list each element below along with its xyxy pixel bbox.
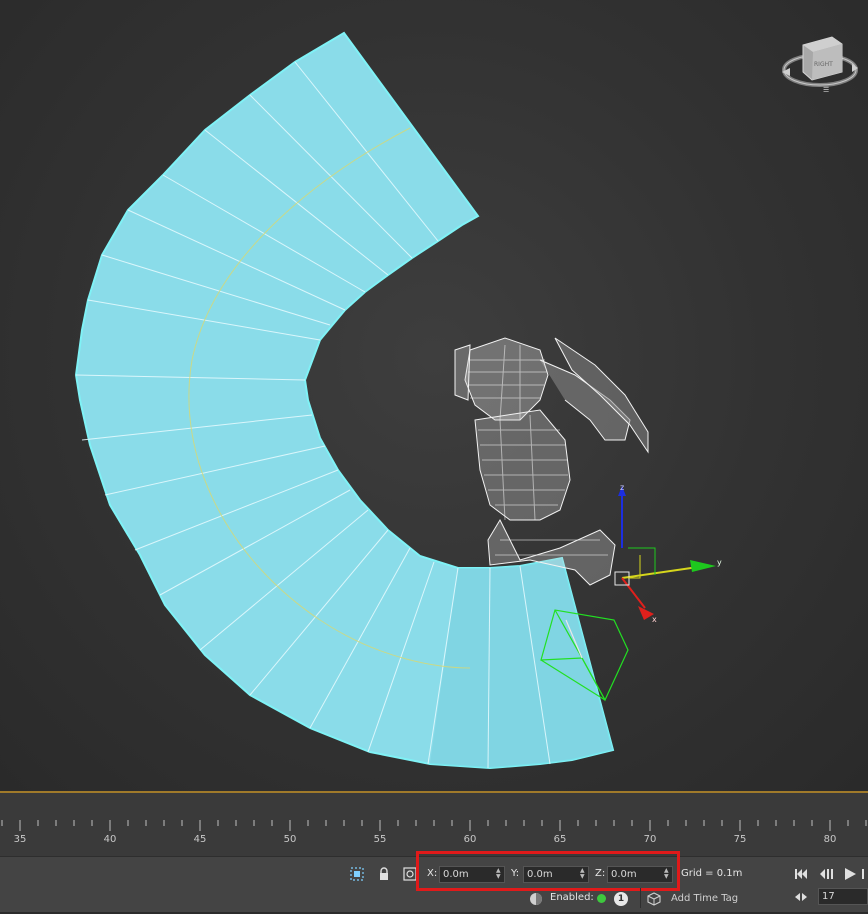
coord-x-field[interactable]: 0.0m ▲ ▼ xyxy=(439,866,505,883)
coord-x-label: X: xyxy=(427,868,438,879)
coord-z-spinner-icon[interactable]: ▲ ▼ xyxy=(664,868,670,881)
transform-gizmo[interactable]: z y x xyxy=(614,483,722,624)
ruler-tick-label: 60 xyxy=(464,834,477,845)
coord-y-spinner-icon[interactable]: ▲ ▼ xyxy=(580,868,586,881)
ruler-tick-label: 70 xyxy=(644,834,657,845)
viewport-right[interactable]: z y x RIGHT ☰ xyxy=(0,0,868,792)
play-icon[interactable] xyxy=(841,865,859,883)
adaptive-degradation-icon[interactable] xyxy=(527,890,545,908)
gizmo-x-label: x xyxy=(652,615,657,624)
trackbar[interactable]: 35 40 45 50 55 60 65 70 75 80 xyxy=(0,793,868,856)
enabled-status-dot[interactable] xyxy=(597,894,606,903)
coord-z-field[interactable]: 0.0m ▲ ▼ xyxy=(607,866,673,883)
viewport-canvas[interactable]: z y x RIGHT ☰ xyxy=(0,0,868,792)
coord-x-spinner-icon[interactable]: ▲ ▼ xyxy=(496,868,502,881)
current-frame-value: 17 xyxy=(822,891,835,902)
add-time-tag-button[interactable]: Add Time Tag xyxy=(671,893,738,904)
trackbar-ruler[interactable]: 35 40 45 50 55 60 65 70 75 80 xyxy=(0,793,868,856)
ruler-tick-label: 40 xyxy=(104,834,117,845)
previous-frame-icon[interactable] xyxy=(817,865,835,883)
coord-z-label: Z: xyxy=(595,868,606,879)
ruler-tick-label: 55 xyxy=(374,834,387,845)
character-wireframe[interactable] xyxy=(454,337,649,586)
coord-z-value: 0.0m xyxy=(611,869,637,880)
next-key-icon[interactable] xyxy=(860,865,868,883)
ruler-tick-label: 75 xyxy=(734,834,747,845)
current-frame-field[interactable]: 17 xyxy=(818,888,868,905)
go-to-start-icon[interactable] xyxy=(792,865,810,883)
coord-x-value: 0.0m xyxy=(443,869,469,880)
gizmo-z-label: z xyxy=(620,483,624,492)
viewcube-label: RIGHT xyxy=(814,61,833,68)
absolute-mode-icon[interactable] xyxy=(401,865,419,883)
ruler-tick-label: 35 xyxy=(14,834,27,845)
grid-size-label: Grid = 0.1m xyxy=(681,868,743,879)
viewcube[interactable]: RIGHT ☰ xyxy=(782,36,858,94)
ruler-tick-label: 80 xyxy=(824,834,837,845)
coord-y-label: Y: xyxy=(511,868,520,879)
ruler-tick-label: 50 xyxy=(284,834,297,845)
coord-y-field[interactable]: 0.0m ▲ ▼ xyxy=(523,866,589,883)
enabled-label: Enabled: xyxy=(550,892,594,903)
time-tag-icon[interactable] xyxy=(645,890,663,908)
time-slider-arrows-icon[interactable] xyxy=(792,888,810,906)
lock-icon[interactable] xyxy=(375,865,393,883)
viewcube-home-icon[interactable]: ☰ xyxy=(823,86,829,94)
ruler-tick-label: 65 xyxy=(554,834,567,845)
stair-shading xyxy=(430,558,613,768)
coord-y-value: 0.0m xyxy=(527,869,553,880)
enabled-count-badge[interactable]: 1 xyxy=(614,892,628,906)
gizmo-y-label: y xyxy=(717,558,722,567)
status-divider xyxy=(640,888,641,908)
selection-lock-toggle-icon[interactable] xyxy=(348,865,366,883)
ruler-tick-label: 45 xyxy=(194,834,207,845)
